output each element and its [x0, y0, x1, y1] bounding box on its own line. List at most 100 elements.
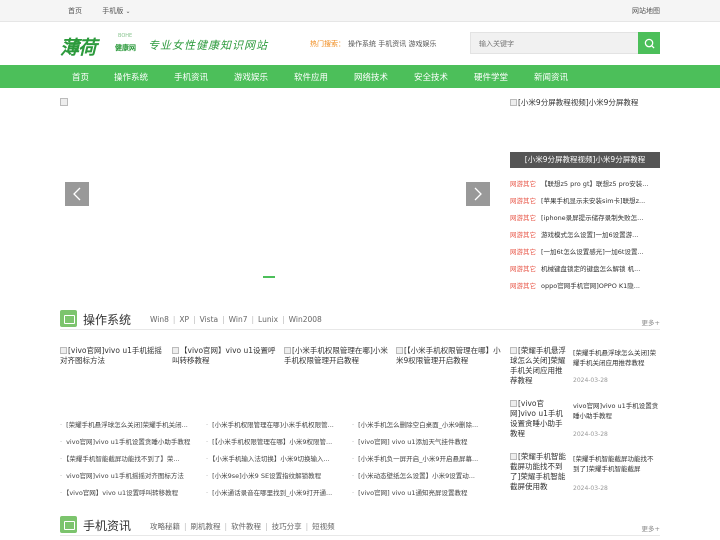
topbar-mobile-link[interactable]: 手机版 ⌄ [102, 7, 130, 15]
tab-win2008[interactable]: Win2008 [289, 315, 322, 324]
news-card[interactable]: [荣耀手机智能截屏功能找不到了]荣耀手机智能截屏使用教 [荣耀手机智能截屏功能找… [510, 452, 660, 497]
tab-software[interactable]: 软件教程 [231, 522, 261, 531]
logo-sub: 健康网 [115, 44, 136, 52]
section-os-header: 操作系统 Win8 | XP | Vista | Win7 | Lunix | Win2008 更多… [60, 308, 660, 330]
list-item[interactable]: vivo官网]vivo u1手机设置贪睡小助手教程 [60, 436, 200, 453]
search-icon [644, 38, 655, 49]
nav-item-home[interactable]: 首页 [72, 71, 89, 83]
news-card-image[interactable]: [荣耀手机智能截屏功能找不到了]荣耀手机智能截屏使用教 [510, 452, 568, 492]
tab-flashing[interactable]: 刷机教程 [191, 522, 221, 531]
list-item-text: 机械键盘锁定的键盘怎么解锁 机... [541, 265, 641, 273]
banner-slider [60, 98, 500, 293]
section-phone-more-link[interactable]: 更多+ [642, 523, 660, 533]
list-item[interactable]: 【小米手机输入法切换】小米9切换输入... [206, 453, 346, 470]
topbar-sitemap-link[interactable]: 网站地图 [632, 6, 660, 16]
list-item[interactable]: [小米动态壁纸怎么设置】小米9设置动... [352, 470, 492, 487]
list-item-text: 游戏模式怎么设置]一加6设置游... [541, 231, 639, 239]
topbar-home-link[interactable]: 首页 [68, 7, 82, 15]
nav-item-games[interactable]: 游戏娱乐 [234, 71, 268, 83]
news-card-title[interactable]: [荣耀手机智能截屏功能找不到了]荣耀手机智能截屏 [573, 454, 660, 474]
article-column-1: [荣耀手机悬浮球怎么关闭]荣耀手机关闭... vivo官网]vivo u1手机设… [60, 419, 200, 504]
list-item-tag: 网游其它 [510, 282, 536, 290]
section-os-tabs: Win8 | XP | Vista | Win7 | Lunix | Win2008 [150, 315, 322, 324]
section-phone-icon [60, 516, 77, 533]
list-item[interactable]: 网游其它 [苹果手机显示未安装sim卡]联想z... [510, 195, 660, 212]
list-item[interactable]: [小米9se]小米9 SE设置指纹解锁教程 [206, 470, 346, 487]
nav-item-os[interactable]: 操作系统 [114, 71, 148, 83]
topbar-mobile-label: 手机版 [102, 7, 124, 15]
tab-videos[interactable]: 短视频 [312, 522, 335, 531]
slider-prev-button[interactable] [65, 182, 89, 206]
section-phone-header: 手机资讯 攻略秘籍 | 刷机教程 | 软件教程 | 技巧分享 | 短视频 更多+ [60, 514, 660, 536]
list-item[interactable]: 网游其它 机械键盘锁定的键盘怎么解锁 机... [510, 263, 660, 280]
slider-next-button[interactable] [466, 182, 490, 206]
broken-image-icon [284, 347, 291, 354]
search-button[interactable] [638, 32, 660, 54]
featured-caption[interactable]: [小米9分屏教程视频]小米9分屏教程 [510, 152, 660, 168]
product-card[interactable]: 【vivo官网】vivo u1设置呼叫转移教程 [172, 346, 277, 366]
list-item[interactable]: [小米手机权限管理在哪]小米手机权限管... [206, 419, 346, 436]
slider-indicator[interactable] [263, 276, 275, 278]
list-item[interactable]: [【小米手机权限管理在哪】小米9权限管... [206, 436, 346, 453]
list-item-tag: 网游其它 [510, 265, 536, 273]
nav-item-security[interactable]: 安全技术 [414, 71, 448, 83]
list-item[interactable]: 网游其它 [iphone录屏提示储存录制失败怎... [510, 212, 660, 229]
news-card-image-alt: [荣耀手机智能截屏功能找不到了]荣耀手机智能截屏使用教 [510, 452, 566, 491]
list-item[interactable]: vivo官网]vivo u1手机摇摇对齐图标方法 [60, 470, 200, 487]
section-phone-title[interactable]: 手机资讯 [83, 517, 131, 534]
tab-lunix[interactable]: Lunix [258, 315, 278, 324]
list-item-tag: 网游其它 [510, 231, 536, 239]
list-item[interactable]: [小米通话录音在哪里找到_小米9打开通... [206, 487, 346, 504]
list-item[interactable]: [小米手机负一屏开启_小米9开启悬屏幕... [352, 453, 492, 470]
hot-search-links[interactable]: 操作系统 手机资讯 游戏娱乐 [348, 40, 436, 48]
site-logo[interactable]: 薄荷 BOHE 健康网 [60, 33, 140, 59]
news-card[interactable]: [vivo官网]vivo u1手机设置贪睡小助手教程 vivo官网]vivo u… [510, 399, 660, 444]
list-item[interactable]: [vivo官网] vivo u1添加天气挂件教程 [352, 436, 492, 453]
list-item[interactable]: 【荣耀手机智能截屏功能找不到了】荣... [60, 453, 200, 470]
list-item[interactable]: [小米手机怎么删除空白桌面_小米9删除... [352, 419, 492, 436]
nav-item-network[interactable]: 网络技术 [354, 71, 388, 83]
tab-xp[interactable]: XP [179, 315, 189, 324]
tab-win8[interactable]: Win8 [150, 315, 169, 324]
list-item-tag: 网游其它 [510, 180, 536, 188]
news-card-image[interactable]: [vivo官网]vivo u1手机设置贪睡小助手教程 [510, 399, 568, 439]
nav-item-news[interactable]: 新闻资讯 [534, 71, 568, 83]
tab-win7[interactable]: Win7 [229, 315, 248, 324]
site-slogan: 专业女性健康知识网站 [148, 39, 268, 52]
product-card-alt: [vivo官网]vivo u1手机摇摇对齐图标方法 [60, 346, 162, 365]
tab-vista[interactable]: Vista [200, 315, 219, 324]
news-card-title[interactable]: [荣耀手机悬浮球怎么关闭]荣耀手机关闭应用推荐教程 [573, 348, 660, 368]
list-item-text: [iphone录屏提示储存录制失败怎... [541, 214, 644, 222]
main-nav: 首页 操作系统 手机资讯 游戏娱乐 软件应用 网络技术 安全技术 硬件学堂 新闻… [0, 65, 720, 88]
search-box [470, 32, 660, 54]
chevron-left-icon [73, 187, 81, 201]
list-item[interactable]: 网游其它 游戏模式怎么设置]一加6设置游... [510, 229, 660, 246]
list-item[interactable]: 【vivo官网】vivo u1设置呼叫转移教程 [60, 487, 200, 504]
search-input[interactable] [479, 37, 629, 50]
nav-item-phone-news[interactable]: 手机资讯 [174, 71, 208, 83]
featured-list: 网游其它 【联想z5 pro gt】联想z5 pro安装... 网游其它 [苹果手机… [510, 178, 660, 297]
section-os-more-link[interactable]: 更多+ [642, 317, 660, 327]
news-card-image[interactable]: [荣耀手机悬浮球怎么关闭]荣耀手机关闭应用推荐教程 [510, 346, 568, 386]
news-card[interactable]: [荣耀手机悬浮球怎么关闭]荣耀手机关闭应用推荐教程 [荣耀手机悬浮球怎么关闭]荣… [510, 346, 660, 391]
section-os-title[interactable]: 操作系统 [83, 311, 131, 328]
tab-tips[interactable]: 技巧分享 [272, 522, 302, 531]
news-card-image-alt: [vivo官网]vivo u1手机设置贪睡小助手教程 [510, 399, 563, 438]
hot-search: 热门搜索： 操作系统 手机资讯 游戏娱乐 [310, 39, 436, 49]
list-item-text: [苹果手机显示未安装sim卡]联想z... [541, 197, 646, 205]
product-card[interactable]: [【小米手机权限管理在哪】小米9权限管理开启教程 [396, 346, 501, 366]
nav-item-hardware[interactable]: 硬件学堂 [474, 71, 508, 83]
featured-image[interactable]: [小米9分屏教程视频]小米9分屏教程 [510, 98, 660, 108]
product-card[interactable]: [小米手机权限管理在哪]小米手机权限管理开启教程 [284, 346, 389, 366]
news-card-title[interactable]: vivo官网]vivo u1手机设置贪睡小助手教程 [573, 401, 660, 421]
tab-guides[interactable]: 攻略秘籍 [150, 522, 180, 531]
list-item[interactable]: [vivo官网] vivo u1通知亮屏设置教程 [352, 487, 492, 504]
product-card[interactable]: [vivo官网]vivo u1手机摇摇对齐图标方法 [60, 346, 165, 366]
list-item[interactable]: 网游其它 oppo官网手机官网]OPPO K1隐... [510, 280, 660, 297]
list-item[interactable]: [荣耀手机悬浮球怎么关闭]荣耀手机关闭... [60, 419, 200, 436]
nav-item-software[interactable]: 软件应用 [294, 71, 328, 83]
list-item[interactable]: 网游其它 [一加6t怎么设置感光]一加6t设置... [510, 246, 660, 263]
featured-panel: [小米9分屏教程视频]小米9分屏教程 [小米9分屏教程视频]小米9分屏教程 网游… [510, 98, 660, 290]
list-item-text: 【联想z5 pro gt】联想z5 pro安装... [541, 180, 649, 188]
list-item[interactable]: 网游其它 【联想z5 pro gt】联想z5 pro安装... [510, 178, 660, 195]
